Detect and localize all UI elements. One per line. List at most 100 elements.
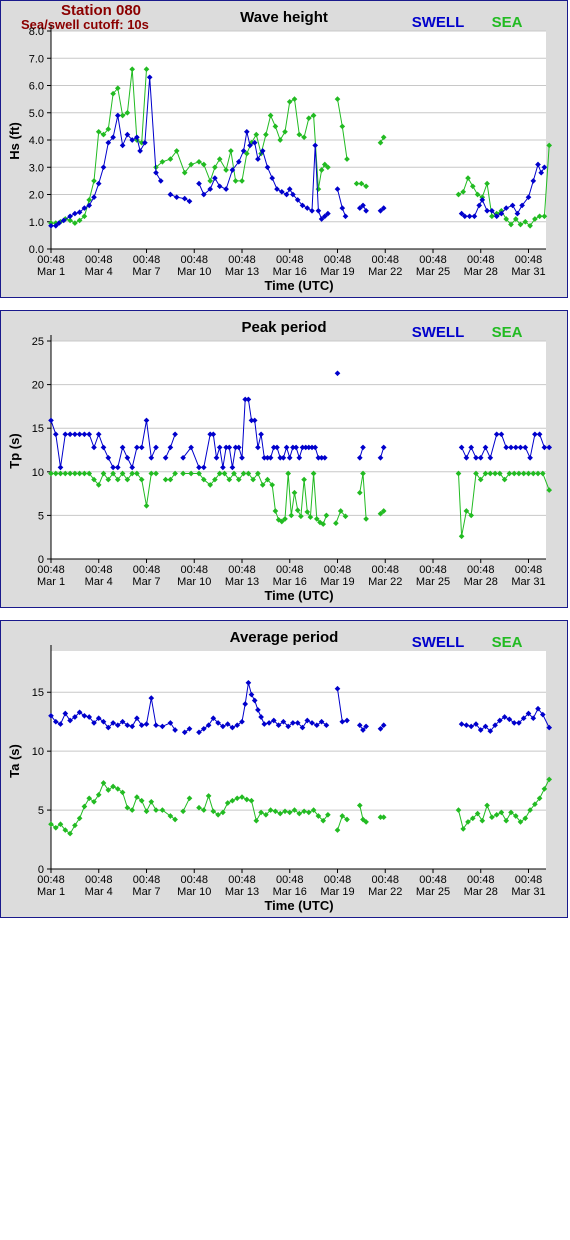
y-tick-label: 1.0: [29, 217, 44, 229]
sea-point: [546, 487, 553, 493]
y-axis-label: Tp (s): [7, 433, 22, 468]
peak-period-panel: 0 5 10 15 20 25 00:48 Mar 1 00:48 Mar 4 00:48 Mar 7…: [0, 310, 568, 608]
x-tick-time: 00:48: [37, 874, 65, 886]
x-tick-time: 00:48: [133, 254, 161, 266]
x-tick-date: Mar 7: [132, 886, 160, 898]
sea-point: [546, 776, 553, 783]
y-tick-label: 5.0: [29, 108, 44, 120]
x-tick-time: 00:48: [276, 254, 304, 266]
y-axis-label: Ta (s): [7, 744, 22, 778]
x-tick-date: Mar 22: [368, 886, 402, 898]
y-tick-label: 25: [32, 336, 44, 348]
x-tick-date: Mar 19: [320, 266, 354, 278]
x-tick-time: 00:48: [371, 564, 399, 576]
x-tick-time: 00:48: [467, 874, 495, 886]
x-tick-date: Mar 19: [320, 886, 354, 898]
x-tick-date: Mar 28: [464, 576, 498, 588]
x-tick-date: Mar 31: [511, 576, 545, 588]
x-axis-label: Time (UTC): [264, 278, 333, 293]
legend-swell: SWELL: [412, 324, 465, 341]
x-tick-date: Mar 13: [225, 886, 259, 898]
x-tick-date: Mar 13: [225, 576, 259, 588]
x-tick-date: Mar 31: [511, 886, 545, 898]
x-tick-time: 00:48: [276, 564, 304, 576]
x-tick-date: Mar 22: [368, 266, 402, 278]
x-tick-date: Mar 16: [273, 886, 307, 898]
wave-height-panel: Station 080 Sea/swell cutoff: 10s 0.0 1.0…: [0, 0, 568, 298]
x-tick-date: Mar 16: [273, 266, 307, 278]
x-tick-time: 00:48: [37, 254, 65, 266]
plot-area: [51, 651, 546, 869]
y-tick-label: 8.0: [29, 26, 44, 38]
y-tick-label: 10: [32, 467, 44, 479]
x-tick-date: Mar 16: [273, 576, 307, 588]
x-tick-time: 00:48: [419, 254, 447, 266]
x-tick-date: Mar 1: [37, 886, 65, 898]
chart-title: Wave height: [240, 9, 328, 26]
x-tick-time: 00:48: [419, 564, 447, 576]
x-tick-date: Mar 25: [416, 266, 450, 278]
y-tick-label: 10: [32, 746, 44, 758]
x-tick-time: 00:48: [324, 874, 352, 886]
x-tick-time: 00:48: [467, 564, 495, 576]
x-tick-time: 00:48: [515, 254, 543, 266]
chart-title: Average period: [230, 629, 339, 646]
x-tick-date: Mar 4: [85, 266, 113, 278]
y-tick-label: 2.0: [29, 190, 44, 202]
swell-point: [546, 444, 553, 451]
average-period-chart: 05101500:48Mar 100:48Mar 400:48Mar 700:4…: [7, 629, 553, 913]
x-tick-time: 00:48: [85, 874, 113, 886]
sea-point: [546, 142, 553, 149]
x-tick-date: Mar 1: [37, 576, 65, 588]
x-tick-date: Mar 10: [177, 886, 211, 898]
y-tick-label: 15: [32, 423, 44, 435]
y-axis-label: Hs (ft): [7, 122, 22, 160]
legend-swell: SWELL: [412, 634, 465, 651]
y-tick-label: 20: [32, 380, 44, 392]
y-tick-label: 3.0: [29, 162, 44, 174]
x-tick-time: 00:48: [324, 254, 352, 266]
x-tick-time: 00:48: [228, 874, 256, 886]
x-tick-date: Mar 31: [511, 266, 545, 278]
x-tick-time: 00:48: [228, 564, 256, 576]
y-tick-label: 5: [38, 510, 44, 522]
x-tick-time: 00:48: [133, 564, 161, 576]
wave-height-chart: 0.01.02.03.04.05.06.07.08.000:48Mar 100:…: [7, 9, 553, 293]
x-tick-date: Mar 10: [177, 266, 211, 278]
x-tick-time: 00:48: [371, 254, 399, 266]
plot-area: [51, 341, 546, 559]
legend-sea: SEA: [492, 634, 523, 651]
x-tick-time: 00:48: [228, 254, 256, 266]
x-tick-time: 00:48: [324, 564, 352, 576]
x-tick-time: 00:48: [467, 254, 495, 266]
swell-point: [546, 724, 553, 731]
x-tick-time: 00:48: [515, 564, 543, 576]
x-tick-time: 00:48: [85, 254, 113, 266]
x-tick-time: 00:48: [371, 874, 399, 886]
x-axis-label: Time (UTC): [264, 588, 333, 603]
x-tick-time: 00:48: [180, 874, 208, 886]
peak-period-chart: 051015202500:48Mar 100:48Mar 400:48Mar 7…: [7, 319, 553, 603]
x-tick-date: Mar 13: [225, 266, 259, 278]
y-tick-label: 6.0: [29, 81, 44, 93]
x-tick-time: 00:48: [180, 254, 208, 266]
x-tick-date: Mar 4: [85, 886, 113, 898]
x-tick-time: 00:48: [276, 874, 304, 886]
x-tick-date: Mar 25: [416, 886, 450, 898]
x-tick-time: 00:48: [515, 874, 543, 886]
average-period-panel: 0 5 10 15 00:48 Mar 1 00:48 Mar 4 00:48 Mar 7 00:4…: [0, 620, 568, 918]
x-tick-date: Mar 1: [37, 266, 65, 278]
x-tick-date: Mar 25: [416, 576, 450, 588]
x-tick-date: Mar 22: [368, 576, 402, 588]
y-tick-label: 4.0: [29, 135, 44, 147]
legend-sea: SEA: [492, 14, 523, 31]
x-tick-time: 00:48: [85, 564, 113, 576]
y-tick-label: 15: [32, 687, 44, 699]
x-tick-date: Mar 7: [132, 266, 160, 278]
legend-swell: SWELL: [412, 14, 465, 31]
x-tick-date: Mar 28: [464, 886, 498, 898]
legend-sea: SEA: [492, 324, 523, 341]
x-axis-label: Time (UTC): [264, 898, 333, 913]
x-tick-date: Mar 7: [132, 576, 160, 588]
x-tick-time: 00:48: [37, 564, 65, 576]
